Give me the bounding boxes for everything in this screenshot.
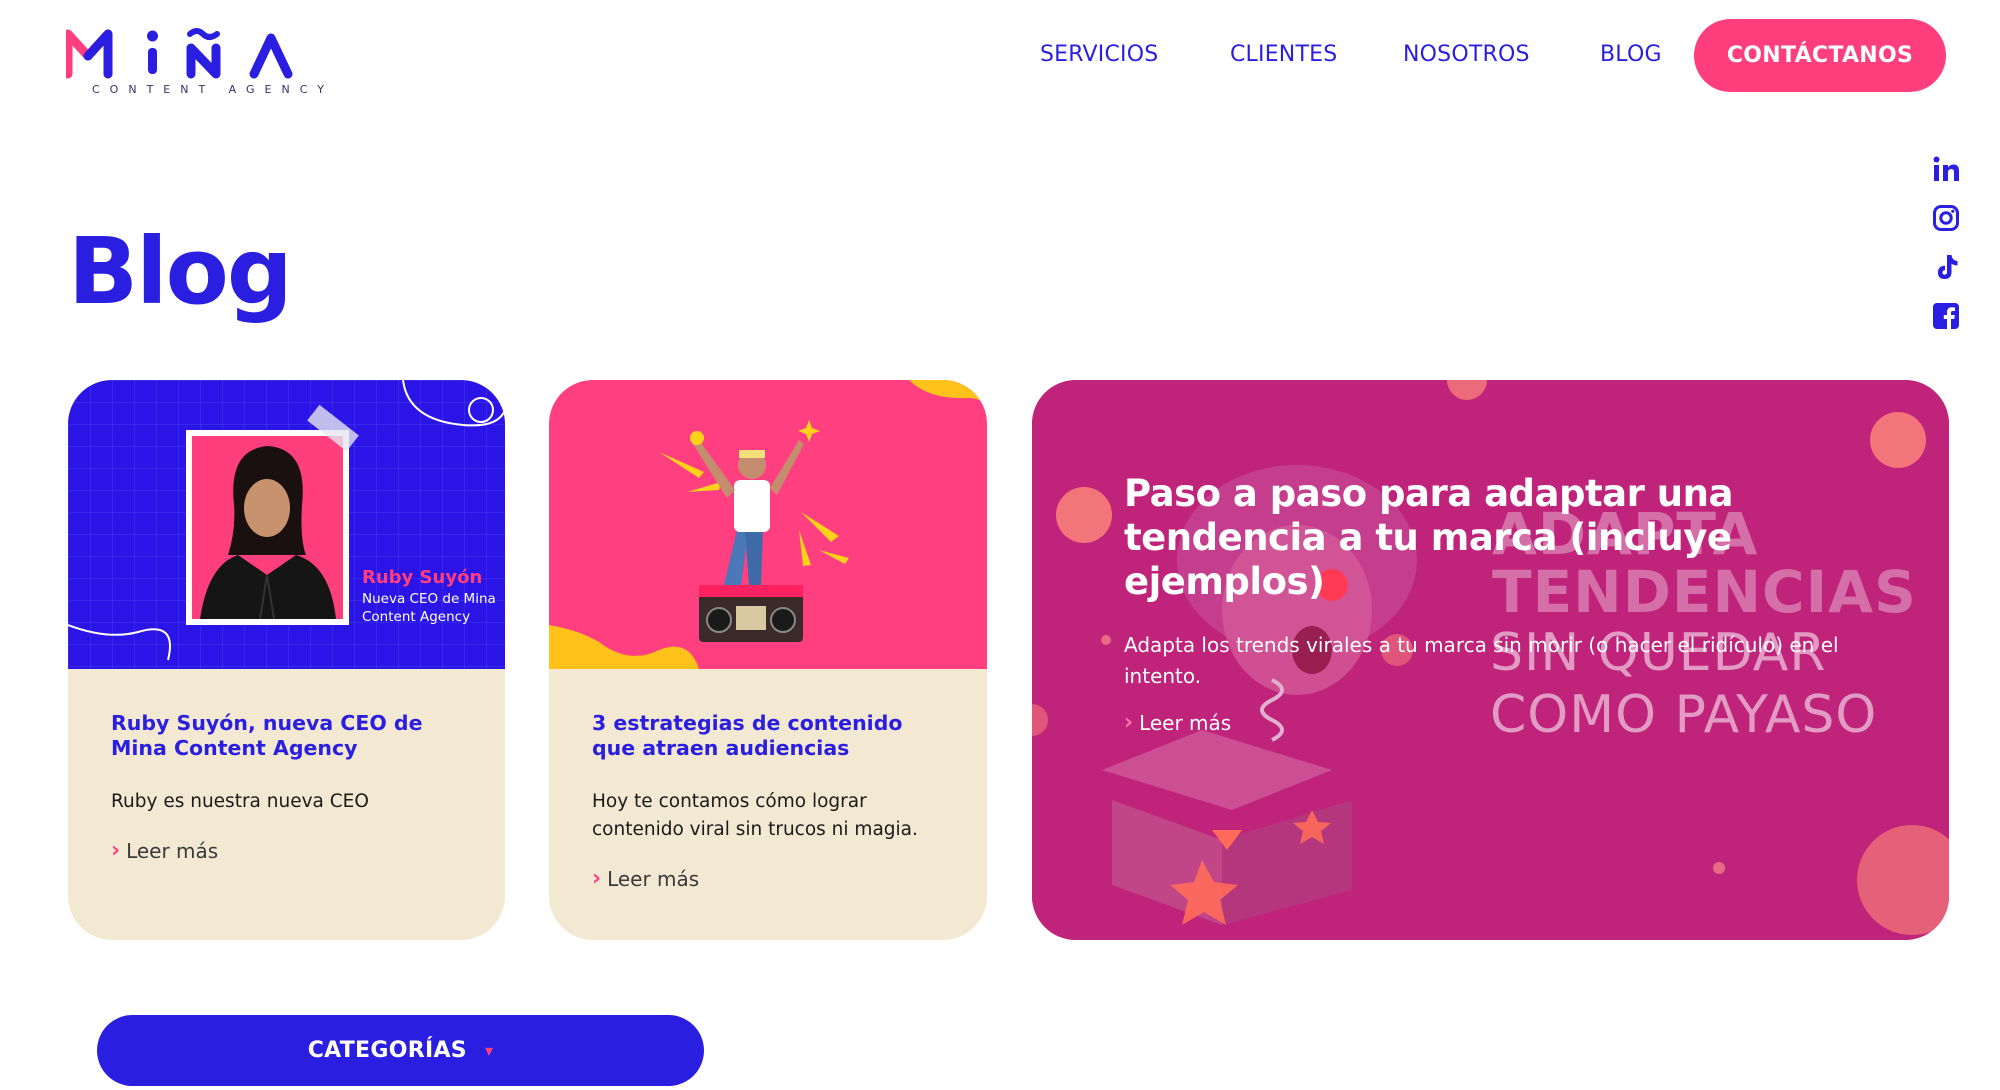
logo-tagline: CONTENT AGENCY [92, 83, 334, 96]
card-title[interactable]: Ruby Suyón, nueva CEO de Mina Content Ag… [111, 711, 469, 761]
read-more-label: Leer más [1139, 710, 1232, 735]
categories-dropdown[interactable]: CATEGORÍAS ▾ [97, 1015, 704, 1086]
featured-title[interactable]: Paso a paso para adaptar una tendencia a… [1124, 472, 1904, 604]
instagram-icon[interactable] [1932, 204, 1960, 232]
logo-mark [66, 28, 293, 79]
card-image-ruby: Ruby Suyón Nueva CEO de Mina Content Age… [68, 380, 505, 669]
card-image-estrategias [549, 380, 987, 669]
ruby-image-role: Nueva CEO de Mina Content Agency [362, 591, 496, 625]
linkedin-icon[interactable] [1932, 155, 1960, 183]
card-description: Ruby es nuestra nueva CEO [111, 791, 369, 812]
blog-card-featured[interactable]: ADAPTA TENDENCIAS SIN QUEDAR COMO PAYASO… [1032, 380, 1949, 940]
blog-card-ruby[interactable]: Ruby Suyón Nueva CEO de Mina Content Age… [68, 380, 505, 940]
ruby-image-name: Ruby Suyón [362, 567, 483, 588]
social-links [1932, 155, 1960, 351]
card-body: Ruby Suyón, nueva CEO de Mina Content Ag… [111, 711, 469, 863]
read-more-link[interactable]: › Leer más [111, 838, 469, 863]
facebook-icon[interactable] [1932, 302, 1960, 330]
chevron-right-icon: › [111, 838, 121, 863]
brand-logo[interactable]: CONTENT AGENCY [66, 26, 346, 96]
chevron-right-icon: › [592, 866, 602, 891]
card-title[interactable]: 3 estrategias de contenido que atraen au… [592, 711, 951, 761]
chevron-right-icon: › [1124, 710, 1134, 735]
card-body: 3 estrategias de contenido que atraen au… [592, 711, 951, 891]
featured-description: Adapta los trends virales a tu marca sin… [1124, 633, 1839, 688]
blog-card-estrategias[interactable]: 3 estrategias de contenido que atraen au… [549, 380, 987, 940]
card-description: Hoy te contamos cómo lograr contenido vi… [592, 791, 918, 840]
nav-item-blog[interactable]: BLOG [1600, 42, 1662, 67]
read-more-link[interactable]: › Leer más [592, 866, 951, 891]
read-more-label: Leer más [126, 838, 219, 863]
tiktok-icon[interactable] [1932, 253, 1960, 281]
read-more-label: Leer más [607, 866, 700, 891]
nav-item-clientes[interactable]: CLIENTES [1230, 42, 1337, 67]
dancer-illustration [549, 380, 987, 669]
nav-item-nosotros[interactable]: NOSOTROS [1403, 42, 1530, 67]
nav-item-servicios[interactable]: SERVICIOS [1040, 42, 1158, 67]
page-title: Blog [68, 218, 293, 325]
read-more-link[interactable]: › Leer más [1124, 710, 1904, 735]
chevron-down-icon: ▾ [484, 1041, 494, 1060]
contact-button[interactable]: CONTÁCTANOS [1694, 19, 1946, 92]
featured-text: Paso a paso para adaptar una tendencia a… [1124, 472, 1904, 735]
categories-label: CATEGORÍAS [307, 1038, 467, 1063]
